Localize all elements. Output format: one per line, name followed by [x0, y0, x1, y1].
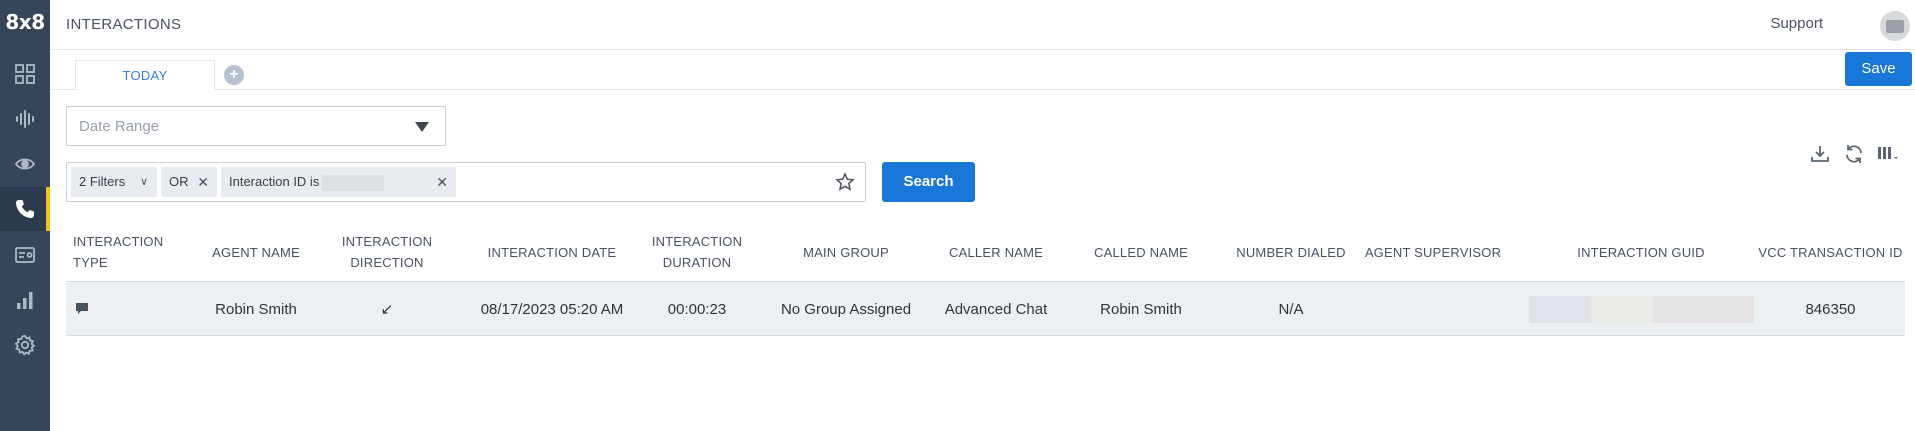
caller-name-cell: Advanced Chat	[944, 300, 1048, 318]
sidebar-item-contacts[interactable]	[0, 233, 50, 277]
user-avatar-icon	[1886, 19, 1904, 33]
chevron-down-icon: ∨	[139, 176, 148, 188]
column-header[interactable]: NUMBER DIALED	[1226, 222, 1356, 282]
column-header[interactable]: INTERACTION DURATION	[646, 222, 748, 282]
caret-down-icon	[415, 122, 429, 132]
table-header: INTERACTION TYPE AGENT NAME INTERACTION …	[66, 222, 1905, 282]
date-range-select[interactable]: Date Range	[66, 106, 446, 146]
duration-cell: 00:00:23	[667, 300, 727, 318]
app-logo[interactable]: 8x8	[0, 10, 50, 34]
bar-chart-icon	[17, 292, 33, 309]
save-button[interactable]: Save	[1845, 52, 1912, 86]
column-header[interactable]: INTERACTION GUID	[1516, 222, 1766, 282]
search-button[interactable]: Search	[882, 162, 975, 202]
column-header[interactable]: MAIN GROUP	[761, 222, 931, 282]
dashboard-icon	[15, 64, 35, 84]
top-header: INTERACTIONS Support	[50, 0, 1915, 50]
condition-label: Interaction ID is	[229, 174, 320, 189]
filters-count-label: 2 Filters	[79, 174, 126, 189]
sidebar-item-dashboard[interactable]	[0, 52, 50, 96]
table-row[interactable]: Robin Smith ↙ 08/17/2023 05:20 AM 00:00:…	[66, 282, 1905, 336]
date-range-placeholder: Date Range	[79, 118, 160, 135]
refresh-icon[interactable]	[1842, 142, 1866, 166]
vcc-transaction-id-cell: 846350	[1805, 300, 1856, 318]
download-icon[interactable]	[1808, 142, 1832, 166]
operator-label: OR	[169, 174, 189, 189]
sidebar: 8x8	[0, 0, 50, 431]
gear-icon	[14, 334, 36, 356]
interactions-table: INTERACTION TYPE AGENT NAME INTERACTION …	[66, 222, 1905, 336]
agent-name-cell: Robin Smith	[215, 300, 297, 318]
agent-supervisor-cell	[1358, 282, 1508, 336]
sidebar-item-settings[interactable]	[0, 323, 50, 367]
phone-icon	[16, 200, 34, 218]
filter-input[interactable]: 2 Filters ∨ OR ✕ Interaction ID is ✕	[66, 162, 866, 202]
tabs-bar: TODAY + Save	[50, 50, 1915, 91]
avatar[interactable]	[1880, 11, 1910, 41]
column-header[interactable]: VCC TRANSACTION ID	[1756, 222, 1905, 282]
column-header[interactable]: INTERACTION TYPE	[66, 222, 196, 282]
column-header[interactable]: INTERACTION DIRECTION	[332, 222, 442, 282]
columns-icon[interactable]	[1876, 142, 1900, 166]
column-header[interactable]: AGENT SUPERVISOR	[1358, 222, 1508, 282]
column-header[interactable]: INTERACTION DATE	[454, 222, 650, 282]
condition-chip[interactable]: Interaction ID is ✕	[221, 167, 456, 197]
star-icon[interactable]	[835, 172, 855, 192]
interaction-type-cell	[66, 282, 196, 336]
waveform-icon	[16, 110, 34, 128]
column-header[interactable]: AGENT NAME	[196, 222, 316, 282]
id-card-icon	[15, 247, 35, 263]
number-dialed-cell: N/A	[1278, 300, 1304, 318]
support-link[interactable]: Support	[1770, 15, 1823, 32]
redacted-value	[322, 174, 385, 191]
add-tab-icon[interactable]: +	[224, 65, 244, 85]
eye-icon	[14, 158, 36, 170]
guid-cell	[1516, 282, 1766, 336]
filters-count-chip[interactable]: 2 Filters ∨	[71, 167, 157, 197]
main-group-cell: No Group Assigned	[780, 300, 912, 318]
direction-cell: ↙	[380, 301, 394, 318]
operator-chip[interactable]: OR ✕	[161, 167, 217, 197]
tab-today[interactable]: TODAY	[75, 60, 215, 91]
date-cell: 08/17/2023 05:20 AM	[480, 300, 624, 318]
column-header[interactable]: CALLER NAME	[931, 222, 1061, 282]
close-icon[interactable]: ✕	[436, 167, 448, 197]
sidebar-item-monitor[interactable]	[0, 142, 50, 186]
sidebar-item-reports[interactable]	[0, 278, 50, 322]
sidebar-item-interactions[interactable]	[0, 187, 50, 231]
page-title: INTERACTIONS	[66, 16, 182, 33]
redacted-guid	[1528, 295, 1754, 323]
chat-icon	[76, 303, 88, 314]
sidebar-item-speech[interactable]	[0, 97, 50, 141]
called-name-cell: Robin Smith	[1100, 300, 1182, 318]
column-header[interactable]: CALLED NAME	[1076, 222, 1206, 282]
close-icon[interactable]: ✕	[197, 167, 209, 197]
